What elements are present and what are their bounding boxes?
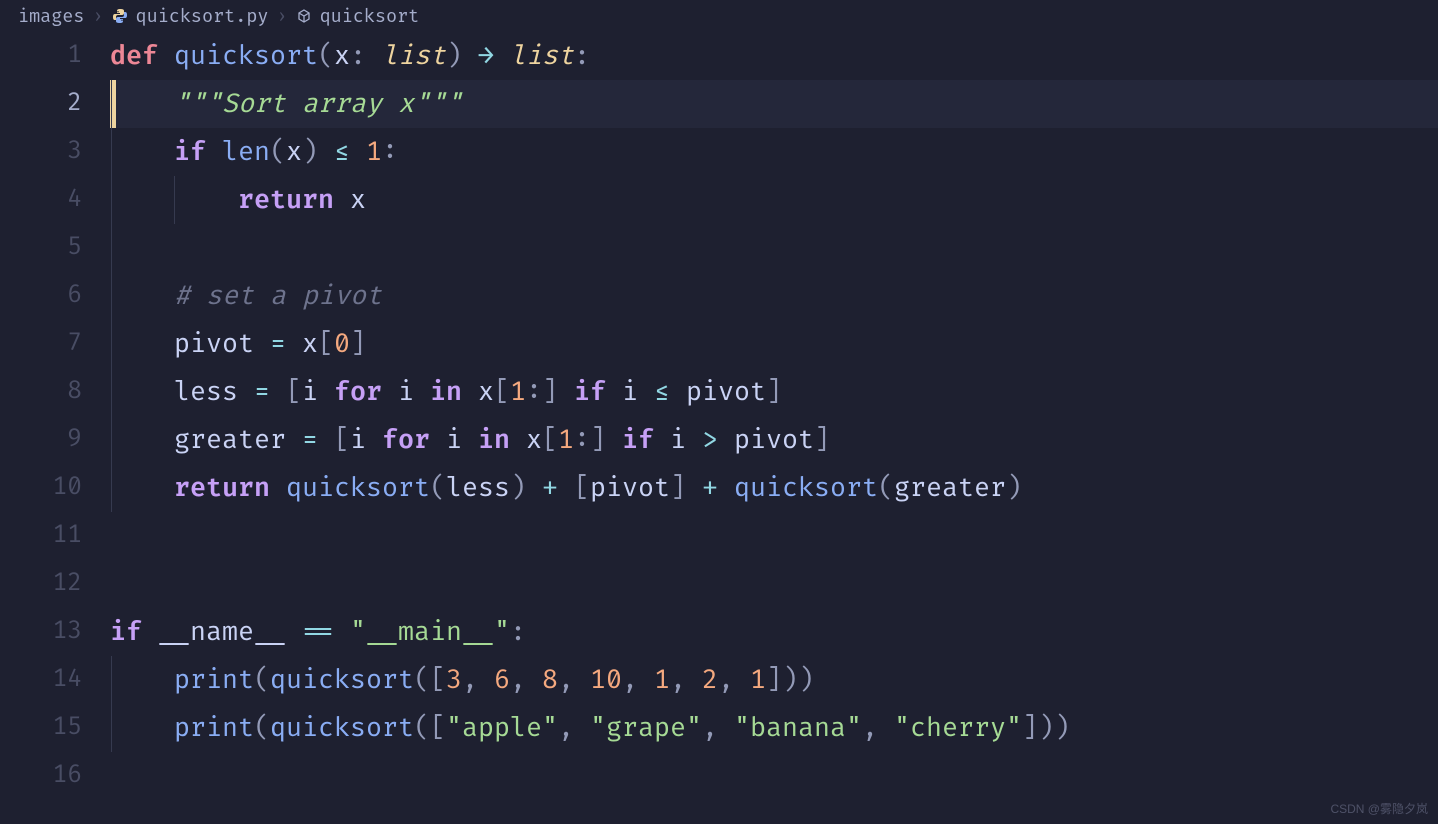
line-number: 14 bbox=[0, 656, 82, 704]
code-line[interactable]: return x bbox=[110, 176, 1438, 224]
chevron-right-icon: › bbox=[92, 3, 103, 30]
watermark: CSDN @雾隐夕岚 bbox=[1330, 800, 1428, 818]
code-line[interactable]: return quicksort(less) + [pivot] + quick… bbox=[110, 464, 1438, 512]
symbol-method-icon bbox=[296, 8, 312, 24]
python-icon bbox=[112, 8, 128, 24]
line-number: 12 bbox=[0, 560, 82, 608]
code-line[interactable]: less = [i for i in x[1:] if i ≤ pivot] bbox=[110, 368, 1438, 416]
function-name: quicksort bbox=[174, 40, 318, 72]
code-line[interactable]: if len(x) ≤ 1: bbox=[110, 128, 1438, 176]
line-number: 13 bbox=[0, 608, 82, 656]
breadcrumb[interactable]: images › quicksort.py › quicksort bbox=[0, 0, 1438, 32]
code-line[interactable] bbox=[110, 752, 1438, 800]
breadcrumb-file[interactable]: quicksort.py bbox=[136, 3, 269, 30]
code-area[interactable]: def quicksort(x: list) → list: """Sort a… bbox=[110, 32, 1438, 824]
docstring: """Sort array x""" bbox=[174, 88, 462, 120]
code-line[interactable]: pivot = x[0] bbox=[110, 320, 1438, 368]
code-line[interactable]: # set a pivot bbox=[110, 272, 1438, 320]
code-line[interactable] bbox=[110, 512, 1438, 560]
line-number: 2 bbox=[0, 80, 82, 128]
comment: # set a pivot bbox=[174, 280, 382, 312]
line-number: 9 bbox=[0, 416, 82, 464]
line-number: 10 bbox=[0, 464, 82, 512]
line-number: 5 bbox=[0, 224, 82, 272]
code-line[interactable]: def quicksort(x: list) → list: bbox=[110, 32, 1438, 80]
code-line[interactable] bbox=[110, 224, 1438, 272]
line-number: 4 bbox=[0, 176, 82, 224]
breadcrumb-folder[interactable]: images bbox=[18, 3, 84, 30]
code-line[interactable]: print(quicksort(["apple", "grape", "bana… bbox=[110, 704, 1438, 752]
code-line[interactable]: print(quicksort([3, 6, 8, 10, 1, 2, 1])) bbox=[110, 656, 1438, 704]
chevron-right-icon: › bbox=[276, 3, 287, 30]
code-line[interactable]: greater = [i for i in x[1:] if i > pivot… bbox=[110, 416, 1438, 464]
breadcrumb-symbol[interactable]: quicksort bbox=[320, 3, 420, 30]
keyword-def: def bbox=[110, 40, 158, 72]
line-number: 1 bbox=[0, 32, 82, 80]
line-number: 6 bbox=[0, 272, 82, 320]
line-number: 7 bbox=[0, 320, 82, 368]
line-gutter: 1 2 3 4 5 6 7 8 9 10 11 12 13 14 15 16 bbox=[0, 32, 110, 824]
code-line[interactable]: if __name__ == "__main__": bbox=[110, 608, 1438, 656]
line-number: 8 bbox=[0, 368, 82, 416]
code-line-active[interactable]: """Sort array x""" bbox=[110, 80, 1438, 128]
line-number: 16 bbox=[0, 752, 82, 800]
line-number: 15 bbox=[0, 704, 82, 752]
code-editor[interactable]: 1 2 3 4 5 6 7 8 9 10 11 12 13 14 15 16 d… bbox=[0, 32, 1438, 824]
code-line[interactable] bbox=[110, 560, 1438, 608]
line-number: 3 bbox=[0, 128, 82, 176]
line-number: 11 bbox=[0, 512, 82, 560]
